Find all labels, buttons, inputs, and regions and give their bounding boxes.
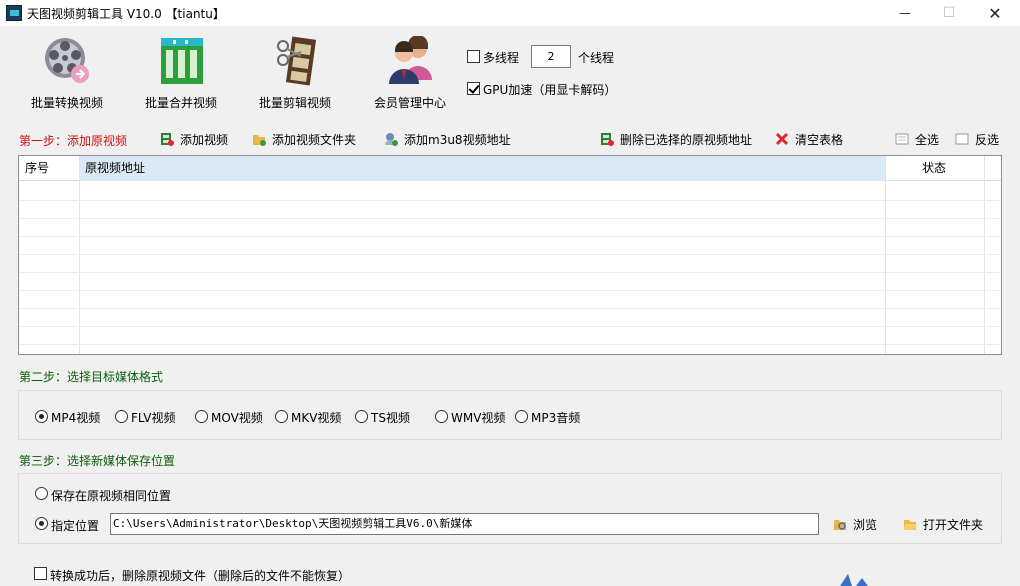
open-folder-button[interactable]: 打开文件夹 [903, 515, 983, 533]
member-center-button[interactable]: 会员管理中心 [355, 36, 465, 112]
batch-convert-label: 批量转换视频 [30, 96, 103, 110]
delete-selected-button[interactable]: 删除已选择的原视频地址 [600, 130, 752, 148]
thread-suffix-label: 个线程 [578, 51, 615, 65]
invert-select-icon [955, 133, 969, 145]
format-label-mp3: MP3音频 [531, 411, 581, 425]
film-merge-icon [161, 38, 203, 84]
clear-table-label: 清空表格 [795, 132, 844, 147]
format-radio-ts[interactable] [355, 410, 368, 423]
format-radio-mp4[interactable] [35, 410, 48, 423]
film-reel-convert-icon [45, 38, 89, 83]
batch-merge-label: 批量合并视频 [144, 96, 217, 110]
grid-line [19, 218, 1001, 219]
browse-label: 浏览 [853, 517, 878, 532]
browse-button[interactable]: 浏览 [833, 515, 877, 533]
grid-line [19, 200, 1001, 201]
grid-line [19, 272, 1001, 273]
column-status[interactable]: 状态 [885, 156, 985, 181]
add-m3u8-button[interactable]: 添加m3u8视频地址 [384, 130, 511, 148]
save-path-value: C:\Users\Administrator\Desktop\天图视频剪辑工具V… [113, 517, 473, 530]
custom-location-radio[interactable] [35, 517, 48, 530]
video-table[interactable]: 序号 原视频地址 状态 [18, 155, 1002, 355]
select-all-icon [895, 133, 909, 145]
title-bar: 天图视频剪辑工具 V10.0 【tiantu】 — ☐ ✕ [0, 0, 1020, 26]
gpu-label: GPU加速（用显卡解码） [483, 83, 617, 97]
format-radio-mkv[interactable] [275, 410, 288, 423]
batch-convert-button[interactable]: 批量转换视频 [12, 36, 122, 112]
batch-merge-button[interactable]: 批量合并视频 [126, 36, 236, 112]
grid-line [19, 254, 1001, 255]
invert-select-button[interactable]: 反选 [955, 130, 999, 148]
column-source-url[interactable]: 原视频地址 [79, 156, 885, 181]
format-label-ts: TS视频 [371, 411, 410, 425]
minimize-icon: — [899, 6, 911, 20]
red-x-icon [775, 132, 789, 146]
multithread-checkbox[interactable] [467, 50, 480, 63]
add-folder-button[interactable]: 添加视频文件夹 [252, 130, 356, 148]
add-folder-icon [253, 135, 266, 146]
format-radio-mp3[interactable] [515, 410, 528, 423]
step1-title: 第一步：添加原视频 [19, 134, 128, 148]
step2-title: 第二步：选择目标媒体格式 [19, 370, 164, 384]
clear-table-button[interactable]: 清空表格 [775, 130, 843, 148]
custom-location-label: 指定位置 [51, 519, 100, 533]
invert-select-label: 反选 [975, 132, 1000, 147]
multithread-label: 多线程 [483, 51, 520, 65]
table-header: 序号 原视频地址 状态 [19, 156, 1001, 181]
save-path-input[interactable]: C:\Users\Administrator\Desktop\天图视频剪辑工具V… [110, 513, 819, 535]
format-label-mkv: MKV视频 [291, 411, 342, 425]
format-label-mp4: MP4视频 [51, 411, 101, 425]
delete-film-icon [601, 133, 614, 146]
browse-folder-icon [834, 520, 846, 530]
delete-after-label: 转换成功后，删除原视频文件（删除后的文件不能恢复） [50, 569, 351, 583]
start-convert-icon[interactable] [836, 574, 876, 586]
open-folder-icon [904, 520, 917, 530]
thread-count-value: 2 [547, 50, 555, 63]
select-all-label: 全选 [915, 132, 940, 147]
add-folder-label: 添加视频文件夹 [272, 132, 357, 147]
add-video-label: 添加视频 [180, 132, 229, 147]
select-all-button[interactable]: 全选 [895, 130, 939, 148]
format-radio-mov[interactable] [195, 410, 208, 423]
app-icon [6, 5, 22, 21]
gpu-checkbox[interactable] [467, 82, 480, 95]
minimize-button[interactable]: — [882, 0, 928, 26]
member-center-label: 会员管理中心 [373, 96, 446, 110]
grid-line [19, 236, 1001, 237]
film-scissors-icon [277, 36, 317, 86]
column-index[interactable]: 序号 [19, 156, 79, 181]
close-icon: ✕ [988, 3, 1002, 23]
add-film-icon [161, 133, 174, 146]
add-url-icon [385, 133, 398, 146]
app-window: 天图视频剪辑工具 V10.0 【tiantu】 — ☐ ✕ 批量转换视频 批量合… [0, 0, 1020, 586]
delete-selected-label: 删除已选择的原视频地址 [620, 132, 753, 147]
grid-line [19, 290, 1001, 291]
format-radio-wmv[interactable] [435, 410, 448, 423]
batch-cut-button[interactable]: 批量剪辑视频 [240, 36, 350, 112]
maximize-icon: ☐ [942, 5, 956, 21]
grid-line [19, 308, 1001, 309]
grid-line [19, 326, 1001, 327]
thread-count-input[interactable]: 2 [531, 45, 571, 68]
delete-after-checkbox[interactable] [34, 567, 47, 580]
same-location-label: 保存在原视频相同位置 [51, 489, 172, 503]
format-label-flv: FLV视频 [131, 411, 176, 425]
same-location-radio[interactable] [35, 487, 48, 500]
format-label-wmv: WMV视频 [451, 411, 506, 425]
maximize-button[interactable]: ☐ [926, 0, 972, 26]
window-title: 天图视频剪辑工具 V10.0 【tiantu】 [27, 7, 225, 21]
add-video-button[interactable]: 添加视频 [160, 130, 228, 148]
batch-cut-label: 批量剪辑视频 [258, 96, 331, 110]
open-folder-label: 打开文件夹 [923, 517, 984, 532]
add-m3u8-label: 添加m3u8视频地址 [404, 132, 511, 147]
users-icon [389, 36, 432, 84]
grid-line [19, 344, 1001, 345]
format-radio-flv[interactable] [115, 410, 128, 423]
step3-title: 第三步：选择新媒体保存位置 [19, 454, 176, 468]
close-button[interactable]: ✕ [972, 0, 1018, 26]
format-label-mov: MOV视频 [211, 411, 263, 425]
